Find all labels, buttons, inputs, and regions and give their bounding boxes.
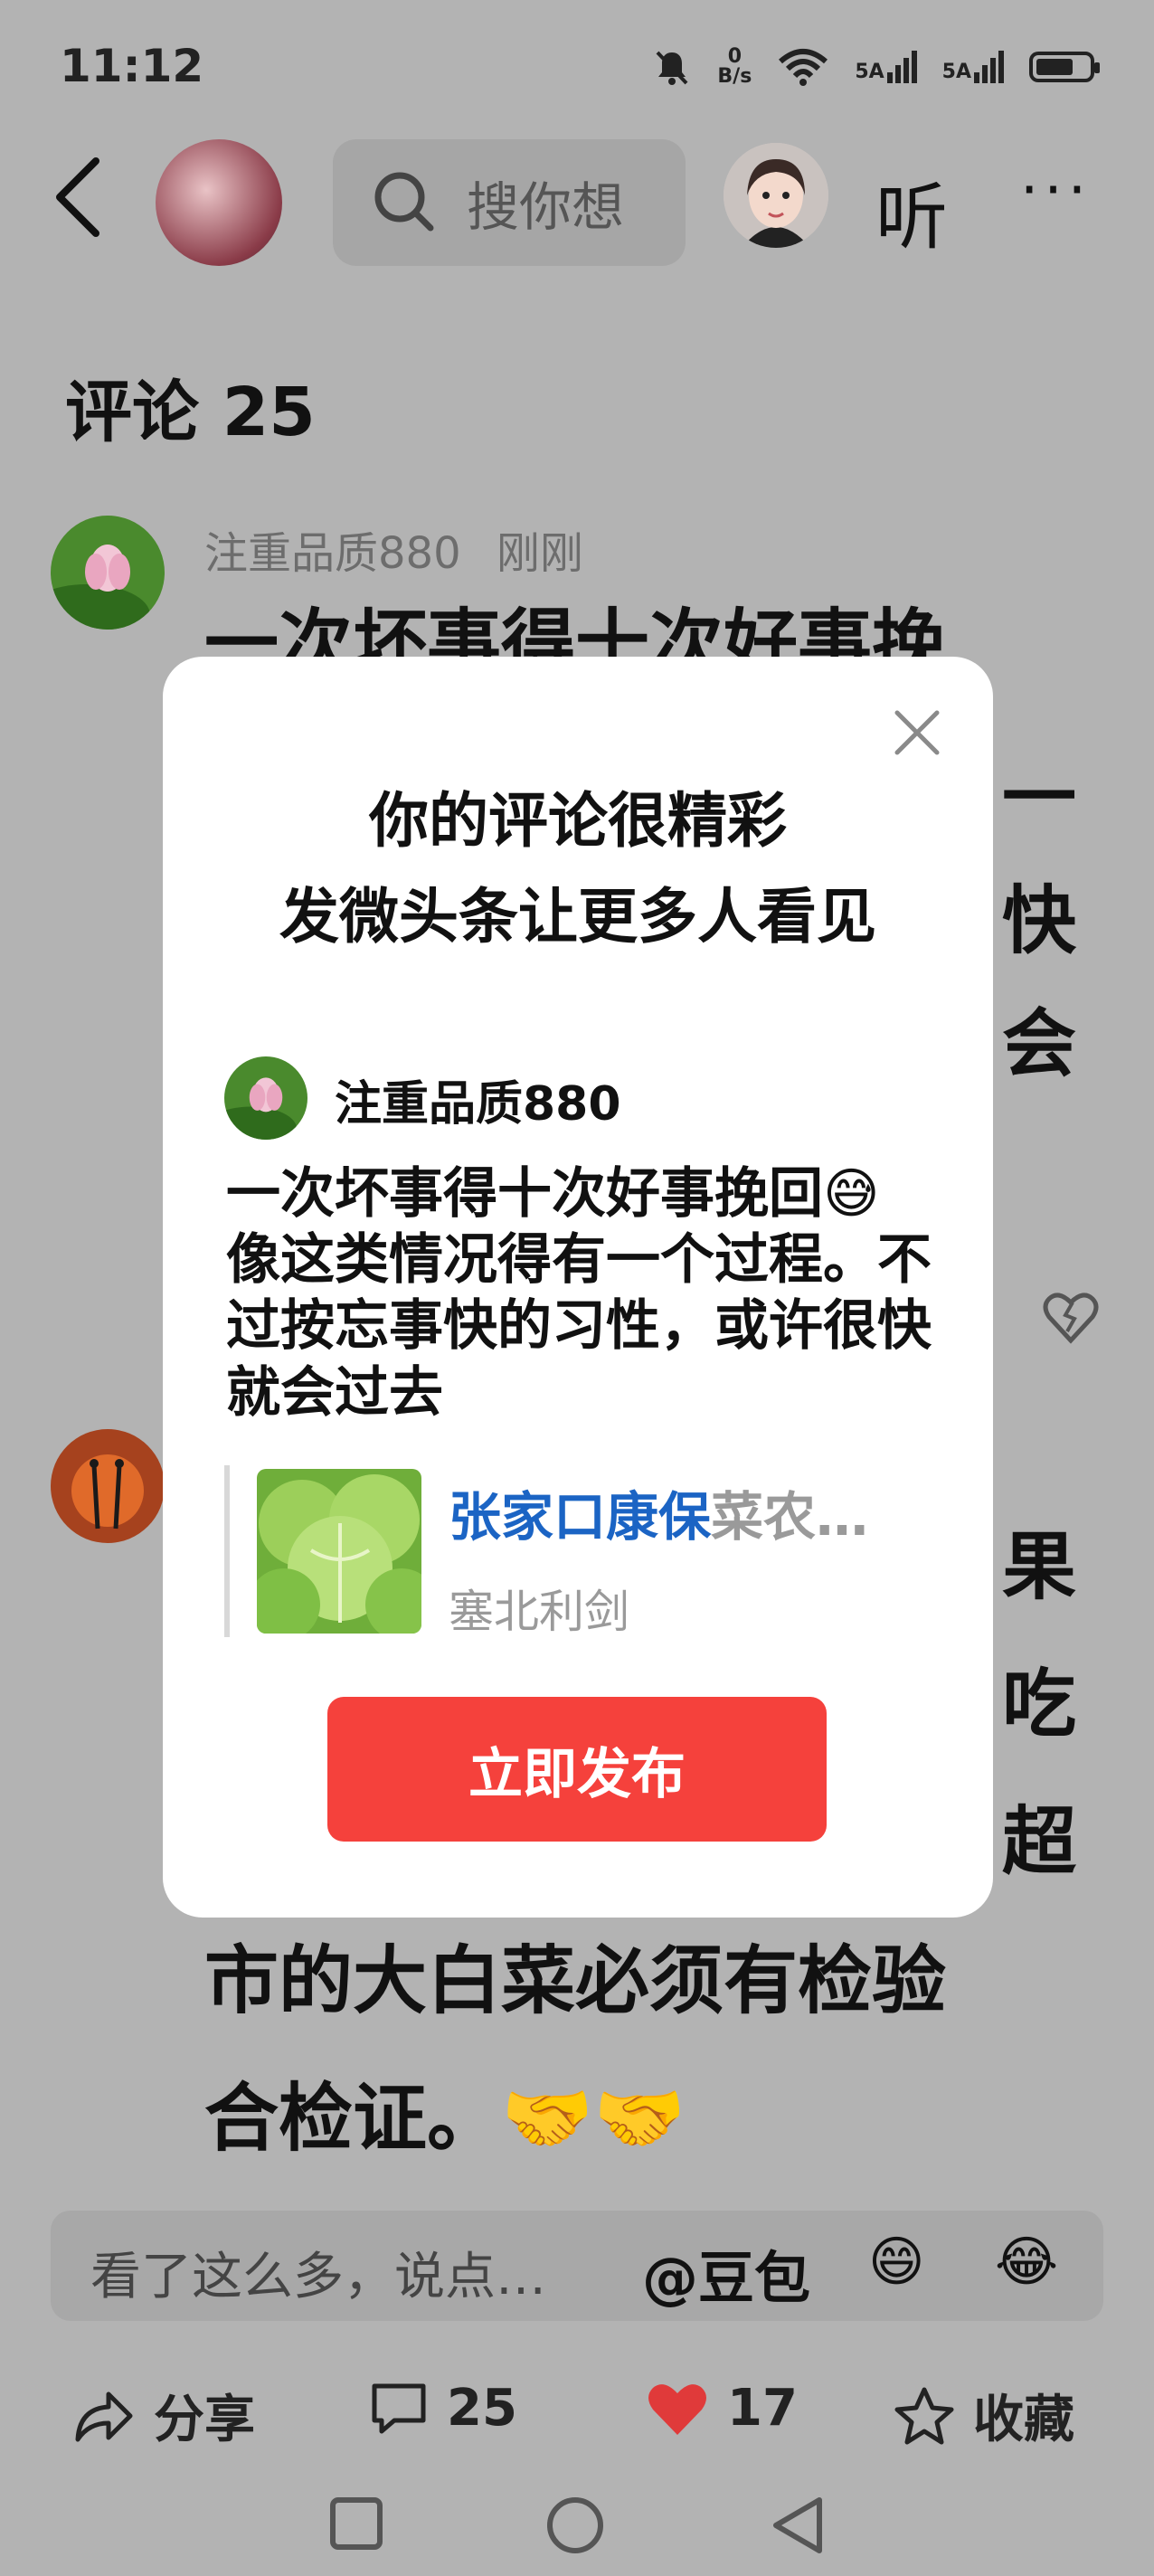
wifi-icon	[779, 49, 828, 86]
author-avatar[interactable]	[156, 139, 282, 266]
search-icon	[374, 172, 434, 232]
comment-avatar[interactable]	[51, 1429, 165, 1543]
share-button[interactable]: 分享	[72, 2379, 255, 2452]
user-avatar[interactable]	[724, 143, 828, 248]
modal-comment-text: 一次坏事得十次好事挽回😅像这类情况得有一个过程。不过按忘事快的习性，或许很快就会…	[226, 1162, 932, 1425]
comment-icon	[372, 2383, 426, 2433]
net-speed-text: 0 B/s	[717, 45, 752, 88]
emoji-laugh-button[interactable]: 😂	[995, 2230, 1058, 2294]
mute-bell-icon	[656, 51, 688, 85]
article-title-rest: 菜农…	[711, 1486, 869, 1548]
close-icon[interactable]	[892, 707, 942, 758]
modal-avatar	[224, 1056, 307, 1140]
comment-body-partial: 一	[1002, 755, 1077, 841]
emoji-grin-button[interactable]: 😄	[868, 2230, 925, 2294]
status-icons: 0 B/s 5A 5A	[652, 45, 1100, 88]
comments-title: 评论 25	[65, 374, 316, 451]
comment-body-partial: 果	[1002, 1524, 1077, 1610]
heart-icon	[648, 2383, 706, 2435]
listen-button[interactable]: 听	[875, 159, 948, 264]
collect-button[interactable]: 收藏	[894, 2379, 1074, 2452]
signal-1: 5A	[855, 51, 917, 83]
publish-button[interactable]: 立即发布	[327, 1697, 827, 1842]
article-card-bar	[224, 1465, 230, 1637]
signal-2: 5A	[942, 51, 1004, 83]
comment-username[interactable]: 注重品质880	[204, 528, 461, 579]
comment-body-partial: 会	[1002, 1001, 1077, 1087]
comment-time: 刚刚	[496, 528, 583, 579]
mention-doubao-button[interactable]: @豆包	[642, 2232, 810, 2314]
comment-body-partial: 吃	[1002, 1662, 1077, 1747]
more-options-button[interactable]: ···	[1020, 157, 1092, 224]
home-button[interactable]	[546, 2496, 604, 2554]
modal-title-line2: 发微头条让更多人看见	[279, 882, 876, 952]
comment-body-partial: 快	[1002, 878, 1077, 964]
comment-count-button[interactable]: 25	[369, 2379, 517, 2438]
article-title-highlight: 张家口康保	[449, 1486, 712, 1548]
article-thumbnail	[257, 1469, 421, 1634]
dislike-icon[interactable]	[1042, 1290, 1100, 1344]
article-title[interactable]: 张家口康保菜农…	[449, 1474, 919, 1550]
comment-avatar[interactable]	[51, 516, 165, 630]
back-arrow-icon[interactable]	[51, 152, 105, 242]
search-placeholder: 搜你想	[467, 176, 625, 238]
article-author: 塞北利剑	[449, 1586, 629, 1638]
star-icon	[894, 2387, 954, 2444]
status-time: 11:12	[60, 40, 204, 92]
comment-body-partial: 超	[1002, 1799, 1077, 1885]
search-box[interactable]: 搜你想	[333, 139, 686, 266]
comment-meta: 注重品质880 刚刚	[204, 517, 583, 581]
modal-title-line1: 你的评论很精彩	[369, 786, 787, 856]
modal-username: 注重品质880	[335, 1077, 621, 1132]
back-nav-button[interactable]	[771, 2496, 825, 2554]
like-button[interactable]: 17	[646, 2379, 798, 2438]
share-icon	[75, 2391, 133, 2441]
recent-apps-button[interactable]	[329, 2496, 383, 2551]
battery-icon	[1029, 52, 1100, 82]
comment-input-placeholder: 看了这么多，说点…	[90, 2248, 546, 2306]
comment-body-line: 合检证。🤝🤝	[204, 2076, 686, 2162]
comment-body-line: 市的大白菜必须有检验	[204, 1938, 947, 2024]
